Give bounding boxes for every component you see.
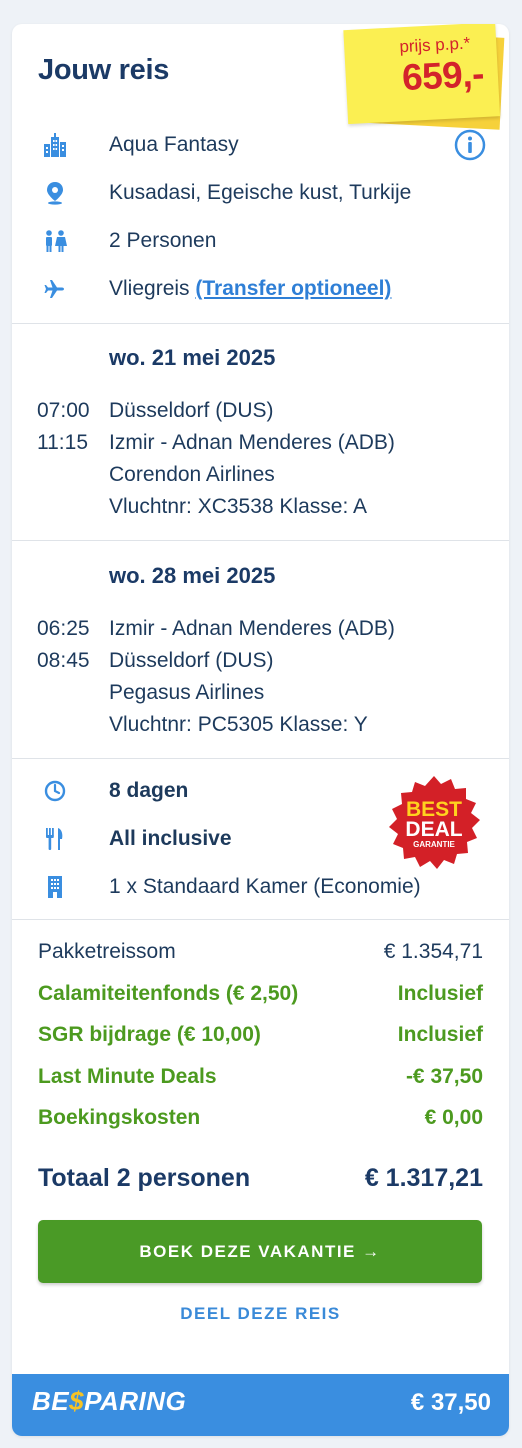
- outbound-flight-number: Vluchtnr: XC3538 Klasse: A: [109, 495, 367, 518]
- location-row: Kusadasi, Egeische kust, Turkije: [12, 178, 509, 208]
- trip-summary-card: Jouw reis prijs p.p.* 659,- Aqua Fantasy: [12, 24, 509, 1436]
- return-flight-number: Vluchtnr: PC5305 Klasse: Y: [109, 713, 368, 736]
- outbound-arr-airport: Izmir - Adnan Menderes (ADB): [109, 431, 395, 454]
- best-deal-badge: BEST DEAL GARANTIE: [389, 776, 480, 869]
- outbound-arr-time: 11:15: [37, 431, 88, 454]
- total-value: € 1.317,21: [364, 1164, 483, 1192]
- travel-type-row: Vliegreis (Transfer optioneel): [12, 274, 509, 304]
- return-dep-airport: Izmir - Adnan Menderes (ADB): [109, 617, 395, 640]
- persons-icon: [42, 228, 68, 254]
- price-row-value: € 0,00: [424, 1106, 483, 1129]
- room-row: 1 x Standaard Kamer (Economie): [12, 872, 509, 902]
- room-text: 1 x Standaard Kamer (Economie): [109, 875, 421, 898]
- airplane-icon: [42, 276, 68, 302]
- price-row-label: Last Minute Deals: [38, 1065, 217, 1088]
- return-airline: Pegasus Airlines: [109, 681, 265, 704]
- persons-row: 2 Personen: [12, 226, 509, 256]
- savings-amount: € 37,50: [410, 1389, 491, 1416]
- total-row: Totaal 2 personen € 1.317,21: [38, 1164, 483, 1196]
- price-sticky-note: prijs p.p.* 659,-: [343, 24, 506, 136]
- return-date: wo. 28 mei 2025: [109, 563, 276, 588]
- share-trip-link[interactable]: DEEL DEZE REIS: [12, 1304, 509, 1324]
- divider: [12, 919, 509, 920]
- price-row-value: Inclusief: [397, 1023, 483, 1046]
- savings-brand: BE$PARING: [32, 1386, 187, 1416]
- outbound-date: wo. 21 mei 2025: [109, 345, 276, 370]
- page-title: Jouw reis: [38, 54, 170, 86]
- hotel-row: Aqua Fantasy: [12, 130, 509, 160]
- cutlery-icon: [42, 826, 68, 852]
- price-per-person: 659,-: [400, 52, 485, 99]
- return-dep-time: 06:25: [37, 617, 90, 640]
- hotel-name: Aqua Fantasy: [109, 133, 239, 156]
- room-building-icon: [42, 874, 68, 900]
- divider: [12, 540, 509, 541]
- divider: [12, 323, 509, 324]
- price-row-value: € 1.354,71: [383, 940, 483, 963]
- price-row-label: Pakketreissom: [38, 940, 176, 963]
- price-row: Calamiteitenfonds (€ 2,50) Inclusief: [38, 982, 483, 1010]
- price-row: Boekingskosten € 0,00: [38, 1106, 483, 1134]
- price-row: SGR bijdrage (€ 10,00) Inclusief: [38, 1023, 483, 1051]
- price-row-value: -€ 37,50: [405, 1065, 483, 1088]
- badge-line-3: GARANTIE: [413, 840, 455, 849]
- persons-text: 2 Personen: [109, 229, 217, 252]
- price-row-label: Calamiteitenfonds (€ 2,50): [38, 982, 299, 1005]
- total-label: Totaal 2 personen: [38, 1164, 251, 1192]
- price-row-label: SGR bijdrage (€ 10,00): [38, 1023, 261, 1046]
- badge-line-2: DEAL: [405, 818, 462, 841]
- location-pin-icon: [42, 180, 68, 206]
- savings-bar: BE$PARING € 37,50: [12, 1374, 509, 1436]
- return-arr-airport: Düsseldorf (DUS): [109, 649, 274, 672]
- price-row-value: Inclusief: [397, 982, 483, 1005]
- outbound-dep-airport: Düsseldorf (DUS): [109, 399, 274, 422]
- travel-type: Vliegreis: [109, 277, 190, 300]
- outbound-dep-time: 07:00: [37, 399, 90, 422]
- info-icon[interactable]: [454, 129, 486, 161]
- return-arr-time: 08:45: [37, 649, 90, 672]
- divider: [12, 758, 509, 759]
- hotel-building-icon: [42, 132, 68, 158]
- outbound-airline: Corendon Airlines: [109, 463, 275, 486]
- transfer-optional-link[interactable]: (Transfer optioneel): [195, 277, 391, 300]
- price-row-label: Boekingskosten: [38, 1106, 201, 1129]
- board-text: All inclusive: [109, 827, 232, 850]
- duration-timer-icon: [42, 778, 68, 804]
- location-text: Kusadasi, Egeische kust, Turkije: [109, 181, 412, 204]
- price-row: Pakketreissom € 1.354,71: [38, 940, 483, 968]
- price-row: Last Minute Deals -€ 37,50: [38, 1065, 483, 1093]
- duration-text: 8 dagen: [109, 779, 189, 802]
- book-vacation-button[interactable]: BOEK DEZE VAKANTIE →: [38, 1220, 482, 1283]
